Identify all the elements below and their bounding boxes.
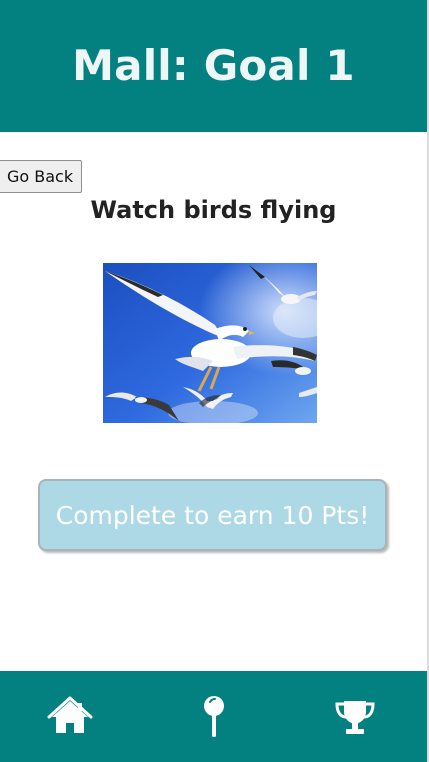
birds-image bbox=[103, 263, 317, 423]
home-icon[interactable] bbox=[46, 693, 94, 741]
page-title: Mall: Goal 1 bbox=[72, 40, 355, 90]
complete-goal-button[interactable]: Complete to earn 10 Pts! bbox=[38, 479, 387, 551]
trophy-icon[interactable] bbox=[331, 693, 379, 741]
go-back-button[interactable]: Go Back bbox=[0, 160, 82, 193]
app-page: Mall: Goal 1 Go Back Watch birds flying bbox=[0, 0, 429, 762]
map-pin-icon[interactable] bbox=[190, 693, 238, 741]
bottom-nav bbox=[0, 671, 427, 762]
header-bar: Mall: Goal 1 bbox=[0, 0, 427, 132]
goal-title: Watch birds flying bbox=[90, 196, 337, 224]
